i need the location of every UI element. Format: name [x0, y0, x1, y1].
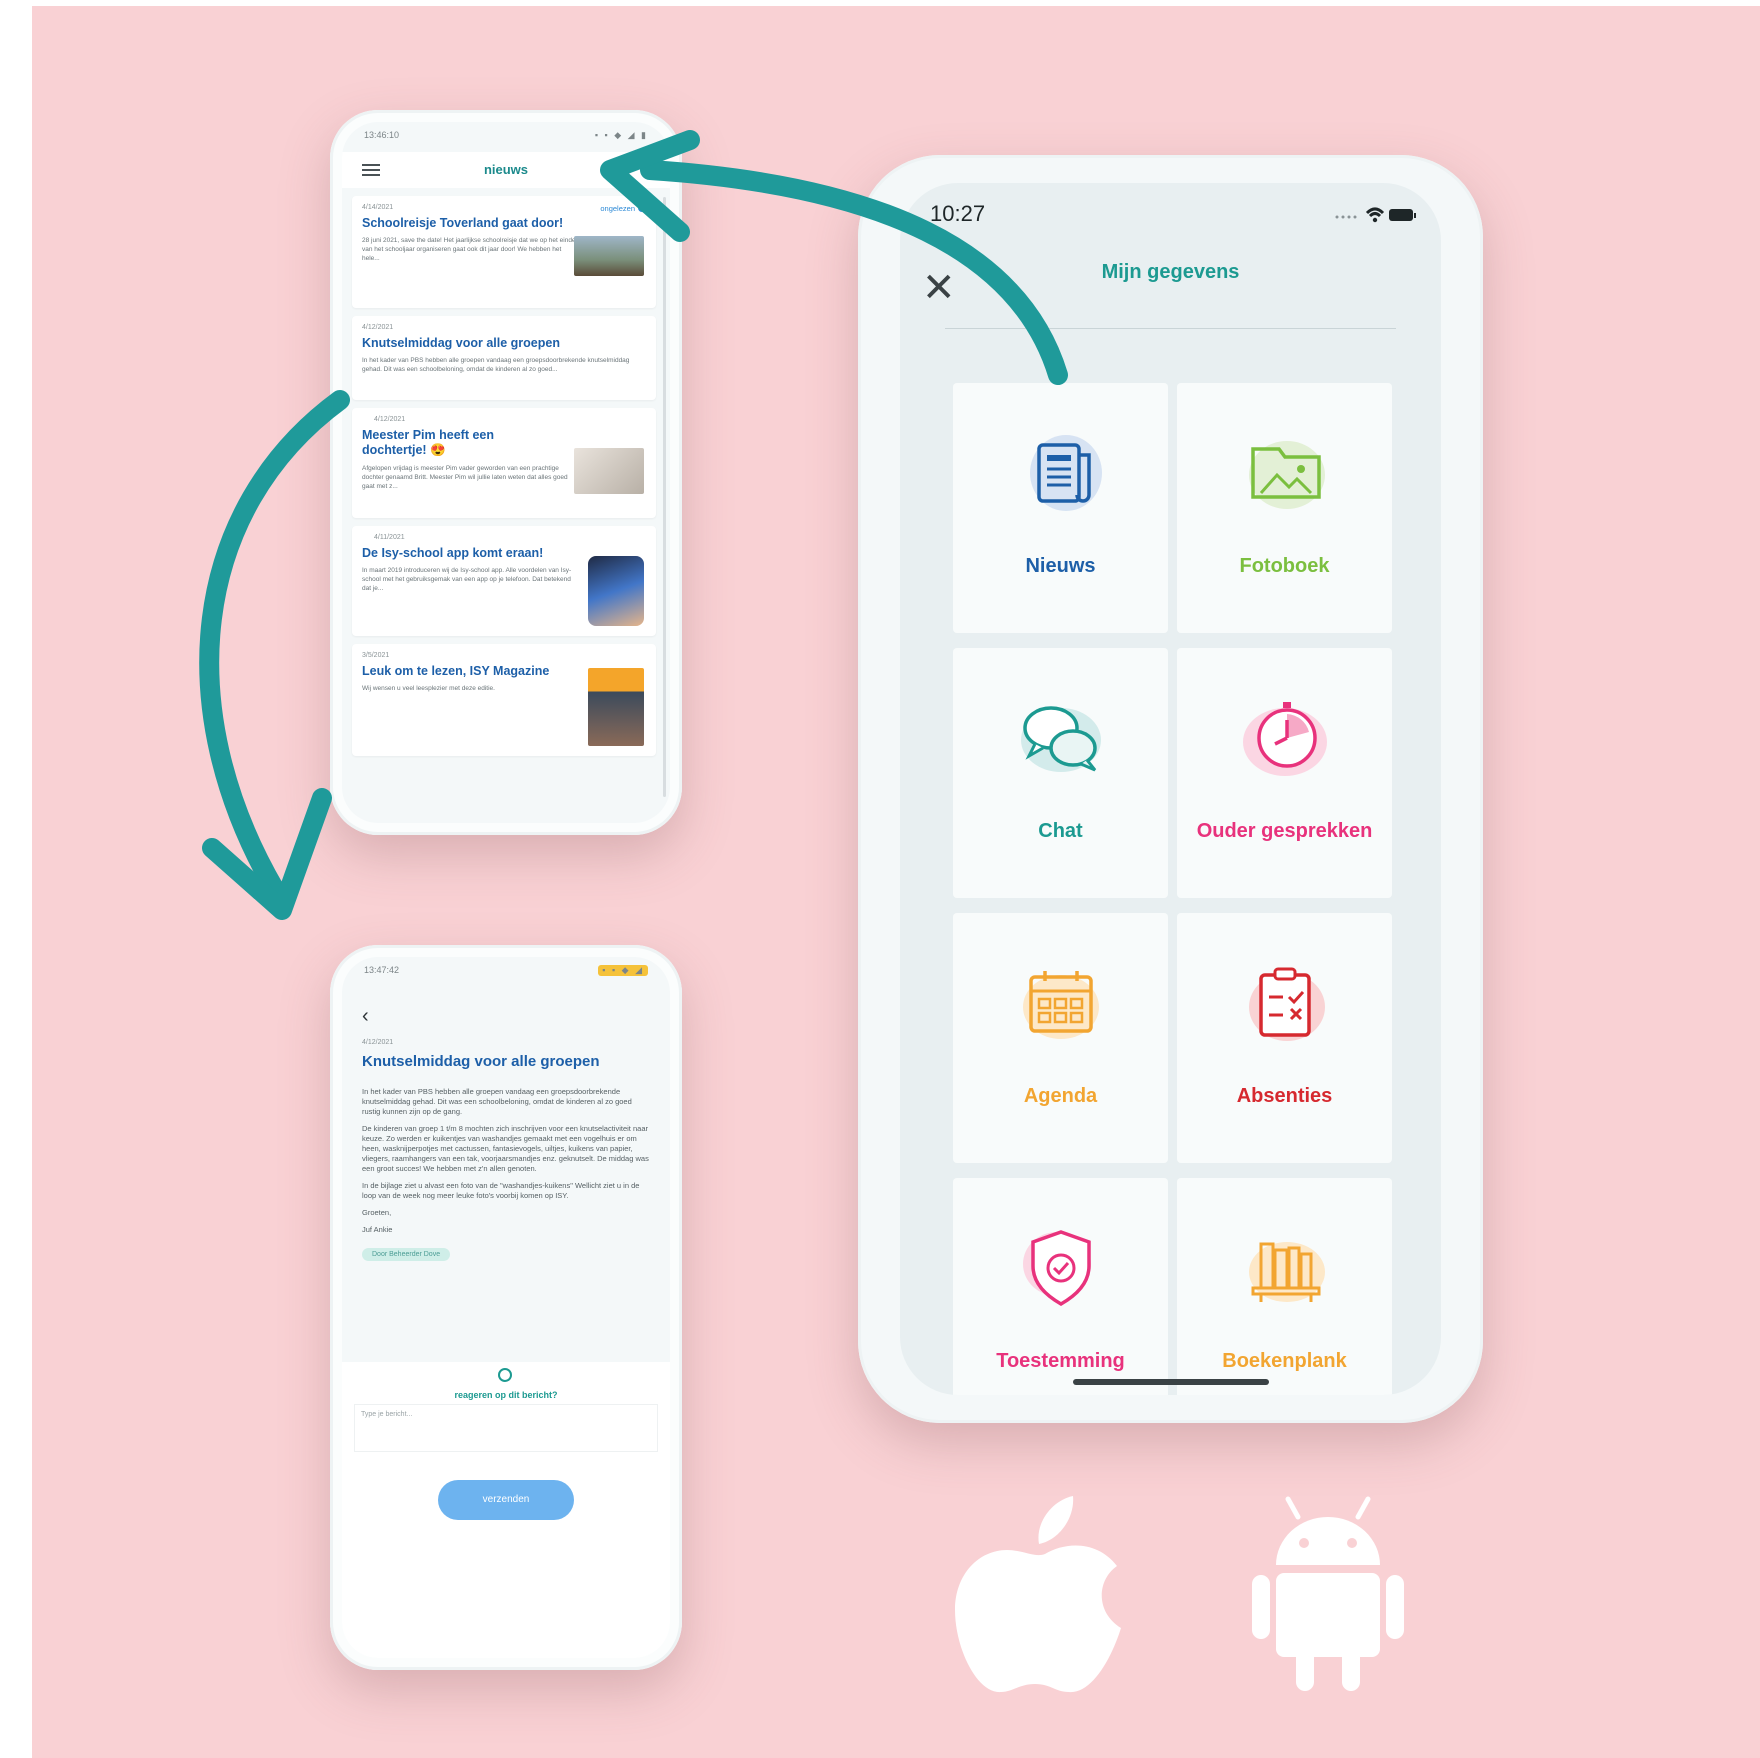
status-time: 13:47:42: [364, 965, 400, 975]
news-card[interactable]: 4/12/2021 Meester Pim heeft een dochtert…: [352, 408, 656, 518]
status-bar: 13:46:10 ▪ ▪ ◆ ◢ ▮: [364, 130, 648, 148]
news-screen: 13:46:10 ▪ ▪ ◆ ◢ ▮ nieuws 4/14/2021 onge…: [342, 122, 670, 823]
news-title: De Isy-school app komt eraan!: [362, 546, 544, 560]
clipboard-check-icon: [1248, 967, 1325, 1041]
news-header: nieuws: [342, 152, 670, 188]
bookshelf-icon: [1248, 1242, 1325, 1302]
shield-check-icon: [1022, 1230, 1091, 1307]
reply-icon: [498, 1368, 512, 1382]
article-paragraph: Groeten,: [362, 1208, 392, 1217]
news-title: Meester Pim heeft een dochtertje! 😍: [362, 428, 494, 457]
clock-icon: [1242, 702, 1327, 776]
tile-label: Boekenplank: [1222, 1350, 1347, 1372]
news-thumbnail: [574, 448, 644, 494]
scrollbar[interactable]: [663, 197, 666, 797]
tile-nieuws[interactable]: Nieuws: [953, 383, 1168, 633]
article-title: Knutselmiddag voor alle groepen: [362, 1053, 600, 1070]
news-excerpt: Afgelopen vrijdag is meester Pim vader g…: [362, 465, 568, 490]
tile-label: Nieuws: [1025, 555, 1096, 577]
author-tag: Door Beheerder Dove: [362, 1248, 451, 1261]
back-icon[interactable]: ‹: [362, 1005, 369, 1028]
photo-folder-icon: [1248, 441, 1325, 509]
news-thumbnail: [588, 668, 644, 746]
news-title: Schoolreisje Toverland gaat door!: [362, 216, 564, 230]
article-paragraph: In de bijlage ziet u alvast een foto van…: [362, 1181, 640, 1200]
home-indicator[interactable]: [1072, 1379, 1269, 1385]
news-card[interactable]: 4/14/2021 ongelezen Schoolreisje Toverla…: [352, 196, 656, 308]
news-card[interactable]: 4/11/2021 De Isy-school app komt eraan! …: [352, 526, 656, 636]
tile-label: Absenties: [1236, 1085, 1333, 1107]
news-excerpt: In het kader van PBS hebben alle groepen…: [362, 357, 630, 373]
article-date: 4/12/2021: [362, 1039, 394, 1046]
chat-bubbles-icon: [1020, 706, 1101, 772]
menu-phone: 10:27 ✕ Mijn gegevens Nieuws Fotoboek Ch…: [858, 155, 1483, 1423]
menu-screen: 10:27 ✕ Mijn gegevens Nieuws Fotoboek Ch…: [900, 183, 1441, 1395]
news-thumbnail: [588, 556, 644, 626]
article-paragraph: Juf Ankie: [362, 1225, 393, 1234]
news-excerpt: In maart 2019 introduceren wij de Isy-sc…: [362, 567, 572, 592]
status-icons: ▪ ▪ ◆ ◢: [598, 965, 648, 976]
tile-chat[interactable]: Chat: [953, 648, 1168, 898]
news-date: 4/14/2021: [362, 204, 394, 211]
tile-label: Chat: [1038, 820, 1083, 842]
send-button[interactable]: verzenden: [438, 1480, 574, 1520]
news-title: Leuk om te lezen, ISY Magazine: [362, 664, 550, 678]
reply-section: reageren op dit bericht? Type je bericht…: [342, 1362, 670, 1658]
android-logo-icon: [1252, 1496, 1404, 1691]
wifi-battery-icon: [1335, 207, 1416, 223]
tile-toestemming[interactable]: Toestemming: [953, 1178, 1168, 1395]
page-title: nieuws: [483, 162, 529, 177]
news-phone: 13:46:10 ▪ ▪ ◆ ◢ ▮ nieuws 4/14/2021 onge…: [330, 110, 682, 835]
reply-label: reageren op dit bericht?: [454, 1390, 558, 1400]
article-body: In het kader van PBS hebben alle groepen…: [362, 1087, 650, 1261]
tile-label: Fotoboek: [1239, 555, 1330, 577]
news-date: 3/5/2021: [362, 652, 390, 659]
status-time: 10:27: [930, 201, 986, 226]
status-icons: ▪ ▪ ◆ ◢ ▮: [594, 130, 648, 140]
news-card[interactable]: 4/12/2021 Knutselmiddag voor alle groepe…: [352, 316, 656, 400]
detail-phone: 13:47:42 ▪ ▪ ◆ ◢ ‹ 4/12/2021 Knutselmidd…: [330, 945, 682, 1670]
news-card[interactable]: 3/5/2021 Leuk om te lezen, ISY Magazine …: [352, 644, 656, 756]
detail-screen: 13:47:42 ▪ ▪ ◆ ◢ ‹ 4/12/2021 Knutselmidd…: [342, 957, 670, 1658]
divider: [945, 328, 1396, 329]
news-date: 4/11/2021: [374, 534, 405, 541]
tile-agenda[interactable]: Agenda: [953, 913, 1168, 1163]
tile-ouder-gesprekken[interactable]: Ouder gesprekken: [1177, 648, 1392, 898]
news-date: 4/12/2021: [374, 416, 406, 423]
tile-absenties[interactable]: Absenties: [1177, 913, 1392, 1163]
newspaper-icon: [1029, 435, 1102, 511]
tile-label: Toestemming: [996, 1350, 1125, 1372]
unread-label: ongelezen: [600, 204, 635, 213]
message-input[interactable]: Type je bericht...: [354, 1404, 658, 1452]
tile-label: Ouder gesprekken: [1196, 820, 1373, 842]
status-bar: 13:47:42 ▪ ▪ ◆ ◢: [364, 965, 648, 983]
news-excerpt: 28 juni 2021, save the date! Het jaarlij…: [362, 237, 576, 262]
page-title: Mijn gegevens: [1101, 261, 1240, 283]
status-time: 13:46:10: [364, 130, 400, 140]
unread-badge: ongelezen: [600, 204, 646, 213]
article-paragraph: In het kader van PBS hebben alle groepen…: [362, 1087, 632, 1116]
tile-label: Agenda: [1023, 1085, 1098, 1107]
article-paragraph: De kinderen van groep 1 t/m 8 mochten zi…: [362, 1124, 649, 1173]
status-icons: [1327, 205, 1417, 230]
news-thumbnail: [574, 236, 644, 276]
news-excerpt: Wij wensen u veel leesplezier met deze e…: [362, 685, 495, 692]
tile-fotoboek[interactable]: Fotoboek: [1177, 383, 1392, 633]
unread-dot-icon: [638, 204, 646, 212]
news-date: 4/12/2021: [362, 324, 394, 331]
calendar-icon: [1022, 971, 1099, 1039]
tile-boekenplank[interactable]: Boekenplank: [1177, 1178, 1392, 1395]
apple-logo-icon: [955, 1496, 1121, 1693]
news-title: Knutselmiddag voor alle groepen: [362, 336, 560, 350]
